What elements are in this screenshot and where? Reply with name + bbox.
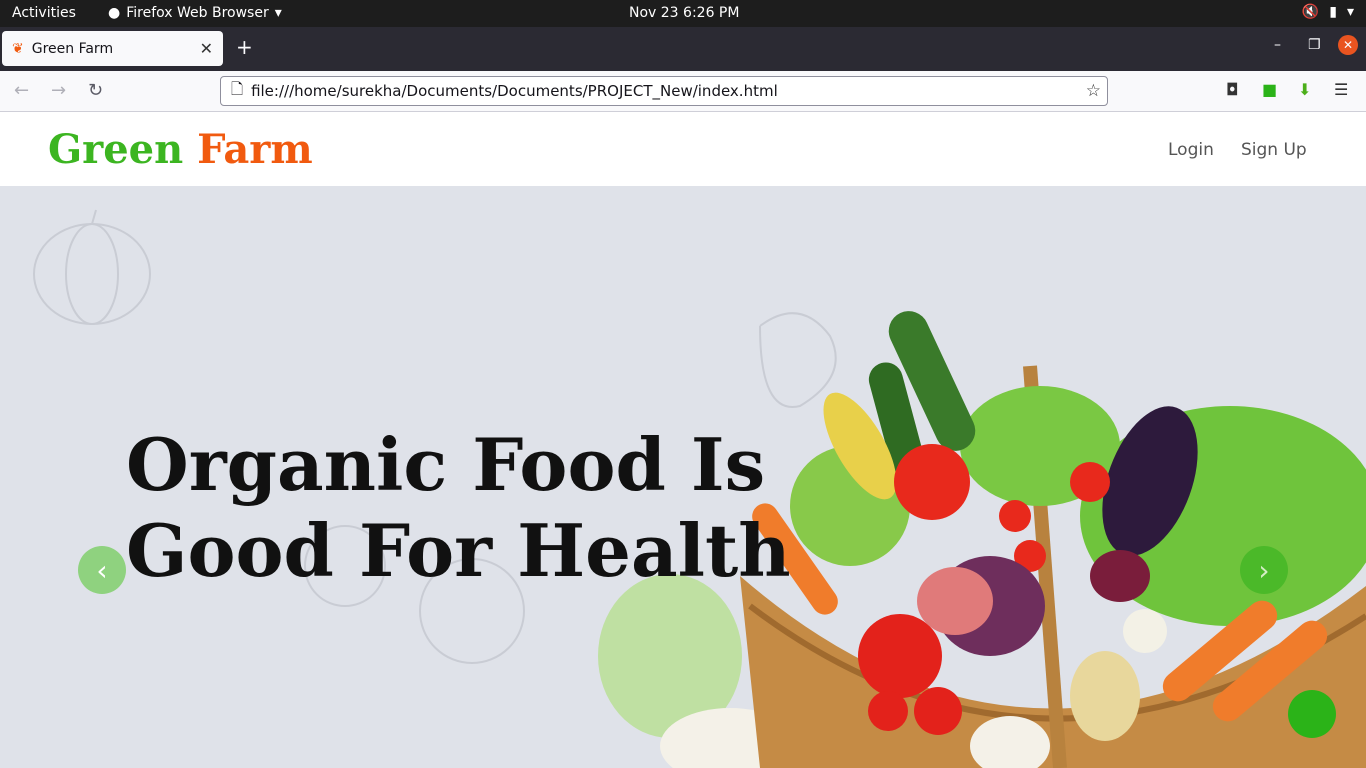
app-menu[interactable]: ● Firefox Web Browser ▾ bbox=[108, 5, 282, 21]
chevron-down-icon: ▾ bbox=[274, 5, 282, 21]
clock[interactable]: Nov 23 6:26 PM bbox=[629, 5, 739, 21]
url-text: file:///home/surekha/Documents/Documents… bbox=[251, 82, 778, 100]
back-icon[interactable]: ← bbox=[14, 80, 29, 101]
extension-icon[interactable]: ■ bbox=[1262, 80, 1277, 99]
carousel-next-button[interactable]: › bbox=[1240, 546, 1288, 594]
forward-icon[interactable]: → bbox=[51, 80, 66, 101]
tab-bar: ❦ Green Farm ✕ + – ❐ ✕ bbox=[0, 27, 1366, 71]
minimize-icon[interactable]: – bbox=[1274, 37, 1281, 53]
download-icon[interactable]: ⬇ bbox=[1298, 80, 1311, 99]
back-to-top-button[interactable] bbox=[1288, 690, 1336, 738]
close-window-icon[interactable]: ✕ bbox=[1338, 35, 1358, 55]
favicon-icon: ❦ bbox=[12, 40, 24, 57]
chevron-left-icon: ‹ bbox=[96, 553, 108, 587]
pocket-icon[interactable]: ◘ bbox=[1226, 80, 1239, 99]
login-link[interactable]: Login bbox=[1168, 140, 1214, 160]
site-logo[interactable]: Green Farm bbox=[48, 126, 313, 173]
site-header: Green Farm Login Sign Up bbox=[0, 112, 1366, 186]
logo-green-text: Green bbox=[48, 126, 184, 173]
hero-title: Organic Food Is Good For Health bbox=[126, 422, 791, 593]
system-top-bar: Activities ● Firefox Web Browser ▾ Nov 2… bbox=[0, 0, 1366, 27]
chevron-right-icon: › bbox=[1258, 553, 1270, 587]
firefox-icon: ● bbox=[108, 5, 121, 21]
reload-icon[interactable]: ↻ bbox=[88, 80, 103, 101]
browser-tab[interactable]: ❦ Green Farm ✕ bbox=[2, 31, 223, 66]
pumpkin-outline bbox=[33, 209, 151, 325]
chevron-down-icon: ▾ bbox=[1346, 4, 1354, 20]
battery-icon: ▮ bbox=[1329, 4, 1337, 20]
volume-muted-icon: 🔇 bbox=[1301, 4, 1320, 20]
carousel-prev-button[interactable]: ‹ bbox=[78, 546, 126, 594]
close-tab-icon[interactable]: ✕ bbox=[200, 39, 213, 58]
url-bar[interactable]: 🗋 file:///home/surekha/Documents/Documen… bbox=[220, 76, 1108, 106]
restore-icon[interactable]: ❐ bbox=[1308, 37, 1321, 53]
hero-carousel: Organic Food Is Good For Health ‹ › bbox=[0, 186, 1366, 768]
system-tray[interactable]: 🔇 ▮ ▾ bbox=[1302, 4, 1354, 20]
signup-link[interactable]: Sign Up bbox=[1241, 140, 1307, 160]
bookmark-star-icon[interactable]: ☆ bbox=[1086, 81, 1101, 101]
menu-icon[interactable]: ☰ bbox=[1334, 80, 1348, 99]
navigation-toolbar: ← → ↻ 🗋 file:///home/surekha/Documents/D… bbox=[0, 71, 1366, 112]
tab-title: Green Farm bbox=[31, 40, 114, 57]
app-name-label: Firefox Web Browser bbox=[126, 5, 269, 21]
activities-button[interactable]: Activities bbox=[12, 5, 76, 21]
new-tab-button[interactable]: + bbox=[236, 35, 253, 59]
logo-orange-text: Farm bbox=[197, 126, 313, 173]
page-icon: 🗋 bbox=[231, 79, 244, 98]
